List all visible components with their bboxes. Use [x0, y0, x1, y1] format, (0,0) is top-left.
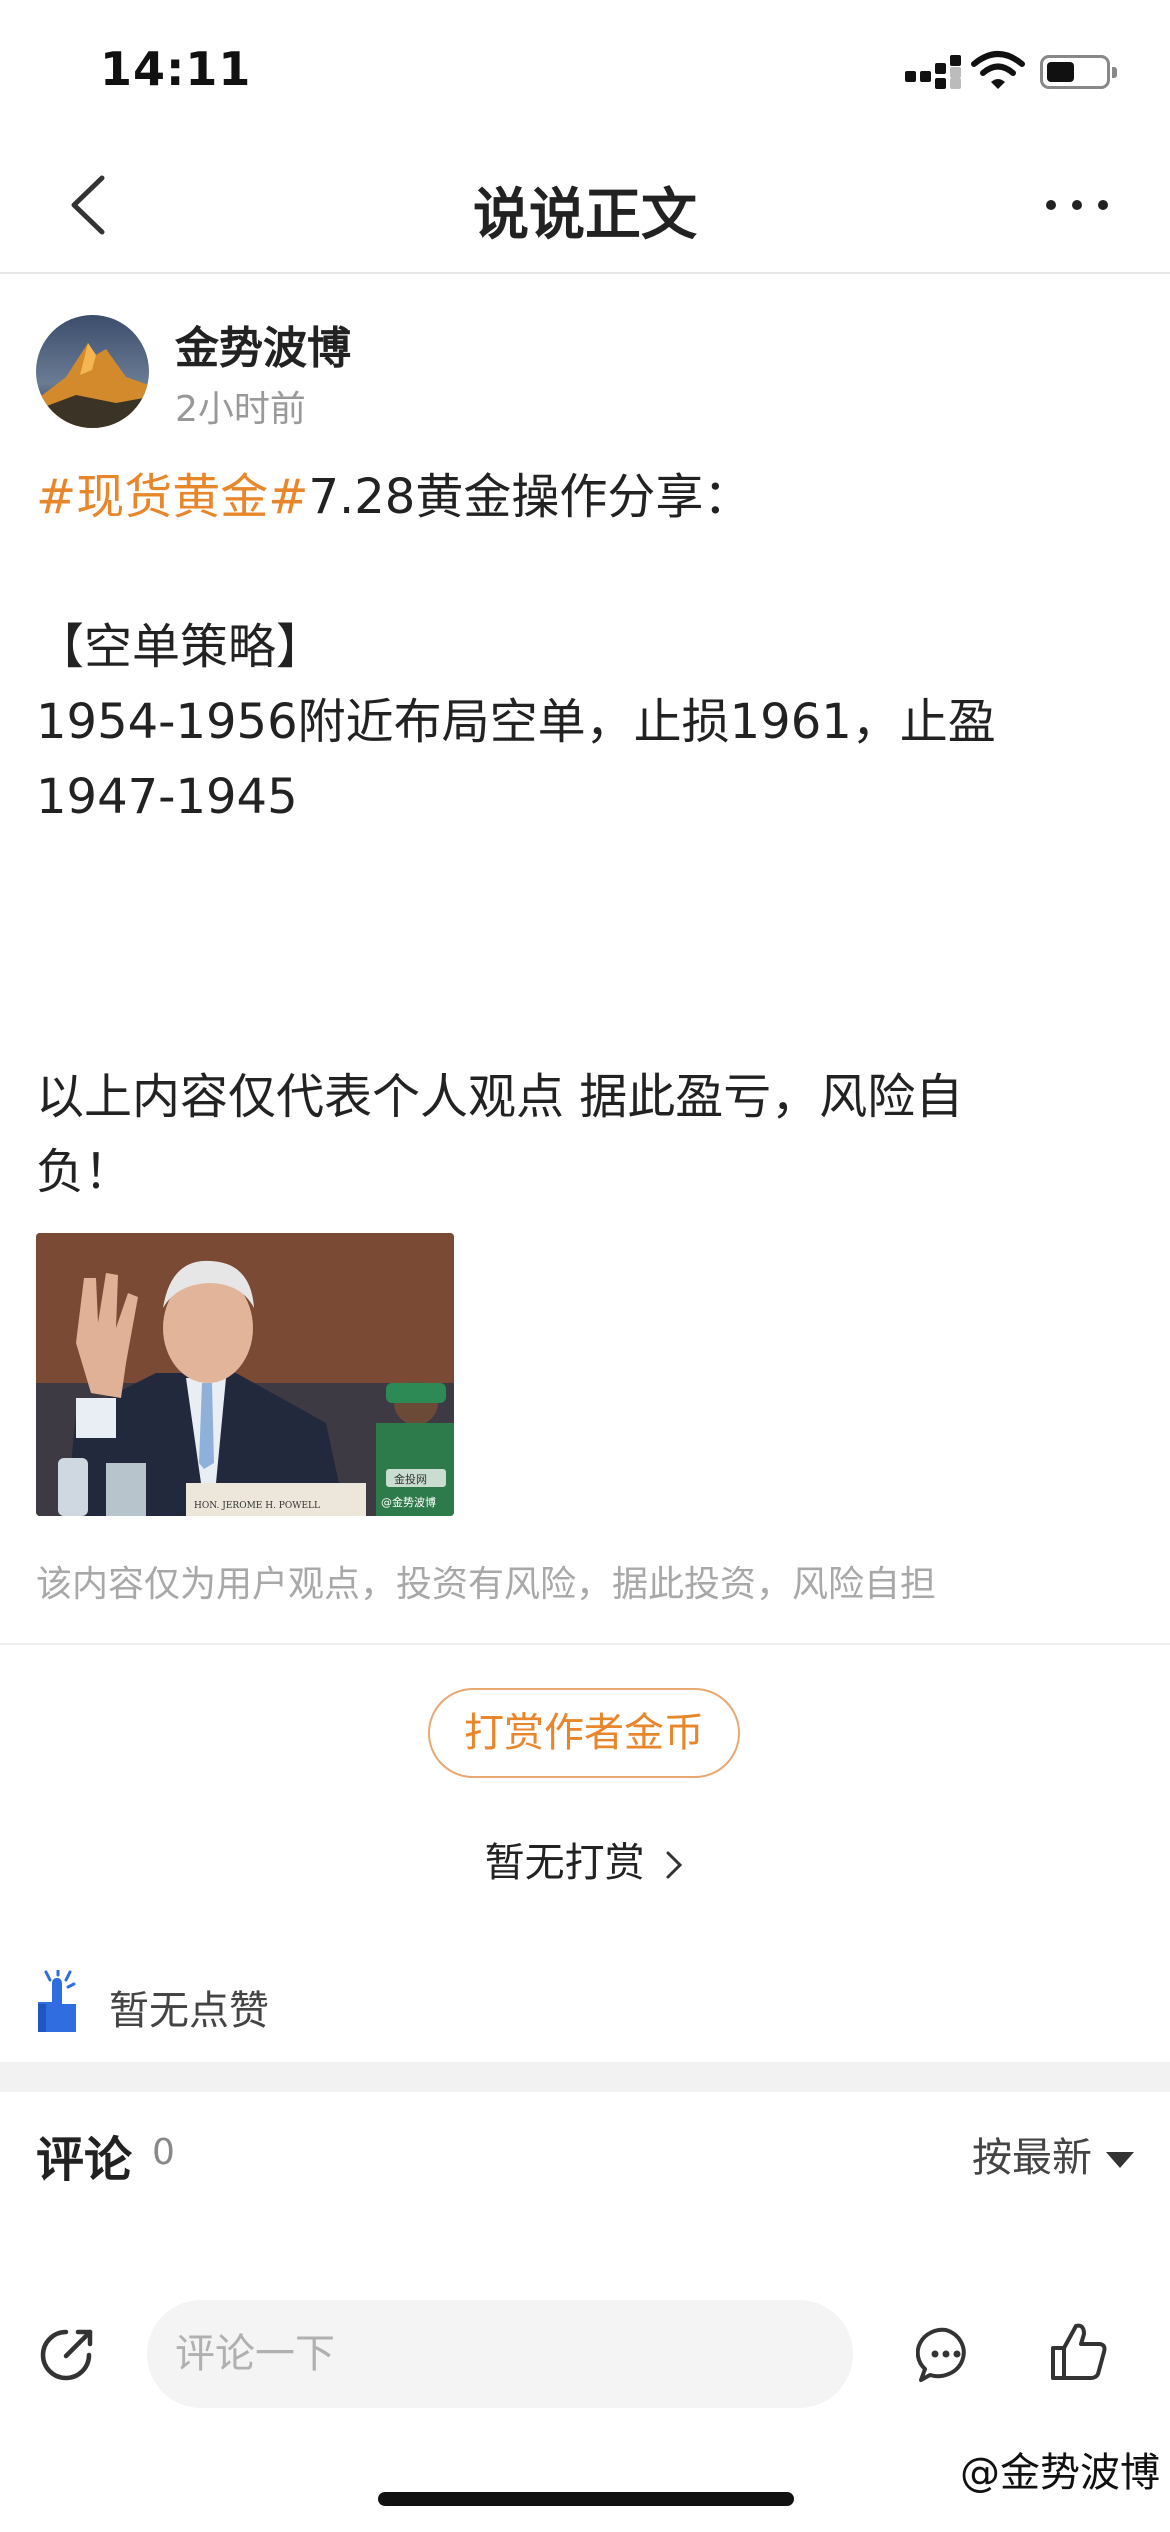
- nameplate-text: HON. JEROME H. POWELL: [194, 1501, 320, 1511]
- sort-dropdown[interactable]: 按最新: [972, 2125, 1134, 2183]
- sort-label: 按最新: [972, 2135, 1092, 2181]
- post-timestamp: 2小时前: [175, 389, 306, 430]
- tip-author-button[interactable]: 打赏作者金币: [428, 1688, 740, 1778]
- wifi-icon: [971, 51, 1025, 89]
- navigation-bar: 说说正文: [0, 140, 1170, 274]
- status-bar: 14:11: [0, 0, 1170, 140]
- likes-status: 暂无点赞: [109, 1988, 269, 2034]
- image-watermark-bottom: @金势波博: [381, 1495, 436, 1509]
- battery-icon: [1040, 55, 1117, 89]
- risk-line-2: 负！: [36, 1144, 133, 1200]
- post-body: #现货黄金#7.28黄金操作分享： 【空单策略】 1954-1956附近布局空单…: [36, 460, 1136, 1210]
- investment-disclaimer: 该内容仅为用户观点，投资有风险，据此投资，风险自担: [36, 1564, 937, 1605]
- chevron-right-icon: [666, 1851, 683, 1879]
- cellular-signal-icon: [905, 55, 961, 91]
- divider: [0, 1643, 1170, 1645]
- battery-level: [1047, 62, 1074, 82]
- author-name[interactable]: 金势波博: [175, 312, 351, 376]
- status-time: 14:11: [100, 42, 252, 96]
- post-headline: #现货黄金#7.28黄金操作分享：: [36, 460, 1136, 535]
- strategy-title: 【空单策略】: [36, 619, 325, 675]
- image-watermark-top: 金投网: [394, 1472, 427, 1486]
- source-watermark: @金势波博: [960, 2450, 1160, 2496]
- comment-bubble-icon[interactable]: [916, 2325, 976, 2385]
- post-image[interactable]: HON. JEROME H. POWELL 金投网 @金势波博: [36, 1233, 454, 1516]
- hashtag-link[interactable]: #现货黄金#: [36, 469, 308, 525]
- more-options-button[interactable]: [1042, 178, 1112, 228]
- comments-count: 0: [152, 2132, 175, 2173]
- headline-text: 7.28黄金操作分享：: [308, 469, 752, 525]
- strategy-line-1: 1954-1956附近布局空单，止损1961，止盈: [36, 694, 996, 750]
- strategy-line-2: 1947-1945: [36, 769, 298, 825]
- caret-down-icon: [1106, 2152, 1134, 2168]
- thumbs-up-icon[interactable]: [1050, 2320, 1108, 2382]
- tip-list-link[interactable]: 暂无打赏: [0, 1830, 1170, 1888]
- section-divider: [0, 2062, 1170, 2092]
- home-indicator[interactable]: [378, 2492, 794, 2506]
- risk-line-1: 以上内容仅代表个人观点 据此盈亏，风险自: [36, 1069, 964, 1125]
- avatar[interactable]: [36, 315, 149, 428]
- tip-status: 暂无打赏: [484, 1840, 645, 1886]
- share-icon[interactable]: [38, 2327, 94, 2383]
- comment-input[interactable]: [147, 2300, 853, 2408]
- comments-title: 评论: [36, 2132, 133, 2188]
- page-title: 说说正文: [473, 183, 697, 248]
- like-hand-icon: [38, 1970, 76, 2032]
